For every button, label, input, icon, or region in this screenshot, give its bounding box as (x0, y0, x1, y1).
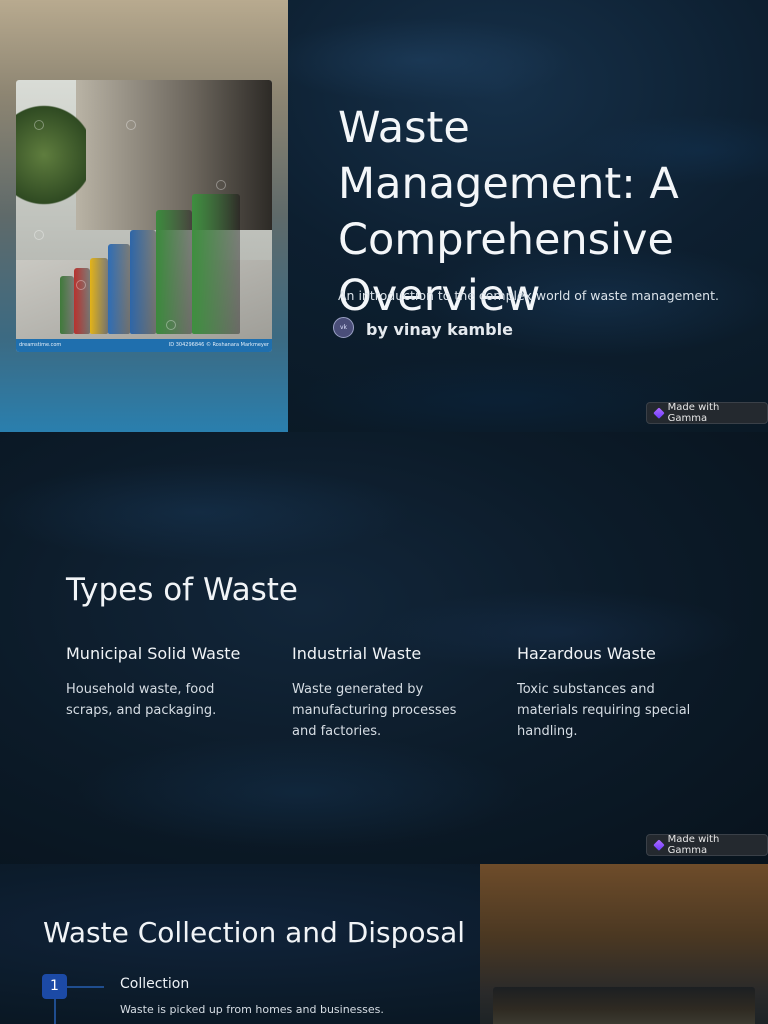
badge-label: Made with Gamma (667, 402, 720, 424)
waste-bin (60, 276, 74, 334)
waste-type-text: Waste generated by manufacturing process… (292, 682, 457, 739)
waste-bin (74, 268, 90, 334)
section-title: Types of Waste (66, 572, 298, 608)
waste-bins-photo: dreamstime.com ID 304296846 © Roshanara … (16, 80, 272, 352)
waste-type-text: Household waste, food scraps, and packag… (66, 682, 217, 718)
watermark-icon (216, 180, 226, 190)
waste-bin (108, 244, 130, 334)
section-title: Waste Collection and Disposal (43, 916, 466, 949)
types-of-waste-slide: Types of Waste Municipal Solid Waste Hou… (0, 432, 768, 864)
watermark-icon (34, 120, 44, 130)
photo-credit-id: ID 304296846 © Roshanara Markmeyer (168, 342, 269, 348)
photo-credit-banner: dreamstime.com ID 304296846 © Roshanara … (16, 339, 272, 352)
waste-type-heading: Industrial Waste (292, 644, 422, 663)
waste-bin (156, 210, 192, 334)
title-slide: dreamstime.com ID 304296846 © Roshanara … (0, 0, 768, 432)
waste-type-heading: Hazardous Waste (517, 644, 656, 663)
watermark-icon (76, 280, 86, 290)
waste-type-text: Toxic substances and materials requiring… (517, 682, 691, 739)
badge-label: Made with Gamma (667, 834, 720, 856)
waste-type-hazardous: Hazardous Waste Toxic substances and mat… (517, 644, 707, 742)
watermark-icon (34, 230, 44, 240)
photo-tree (16, 100, 86, 210)
collection-disposal-slide: Waste Collection and Disposal 1 Collecti… (0, 864, 768, 1024)
author-avatar: vk (333, 317, 354, 338)
step-number-badge: 1 (42, 974, 67, 999)
gamma-logo-icon (653, 407, 665, 419)
photo-credit-site: dreamstime.com (19, 342, 62, 348)
waste-type-industrial: Industrial Waste Waste generated by manu… (292, 644, 482, 742)
waste-bin (130, 230, 156, 334)
presentation-subtitle: An introduction to the complex world of … (338, 288, 719, 303)
watermark-icon (126, 120, 136, 130)
waste-bin (90, 258, 108, 334)
photo-building (76, 80, 272, 230)
author-name: by vinay kamble (366, 320, 513, 339)
waste-bin (192, 194, 240, 334)
step-description: Waste is picked up from homes and busine… (120, 1003, 384, 1016)
timeline-connector (66, 986, 104, 988)
waste-type-heading: Municipal Solid Waste (66, 644, 241, 663)
waste-type-municipal: Municipal Solid Waste Household waste, f… (66, 644, 256, 721)
city-night-photo (493, 987, 755, 1024)
made-with-gamma-badge[interactable]: Made with Gamma (646, 402, 768, 424)
watermark-icon (166, 320, 176, 330)
gamma-logo-icon (653, 839, 665, 851)
step-title: Collection (120, 976, 190, 992)
made-with-gamma-badge[interactable]: Made with Gamma (646, 834, 768, 856)
